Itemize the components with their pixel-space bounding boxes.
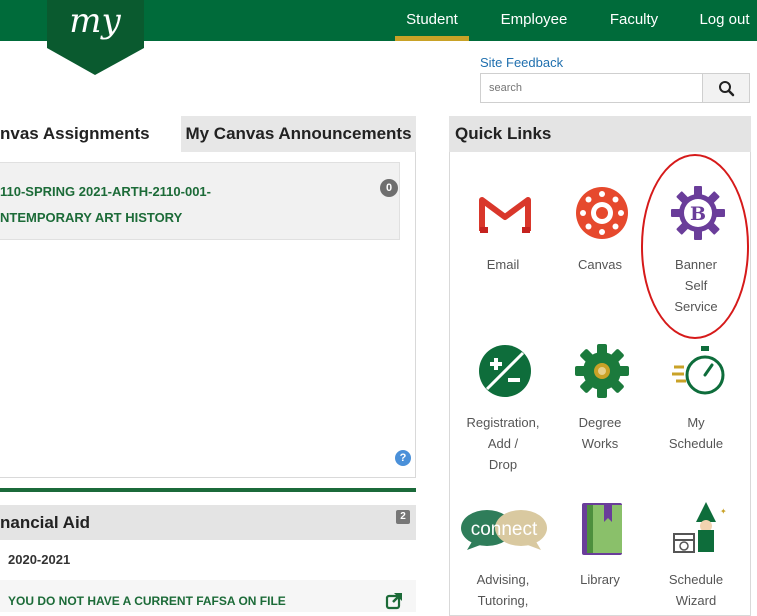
financial-aid-badge: 2	[396, 510, 410, 524]
quick-link-advising[interactable]: connect Advising, Tutoring,	[455, 500, 551, 612]
connect-text: connect	[471, 519, 538, 540]
search-icon	[719, 81, 735, 97]
quick-link-registration[interactable]: Registration, Add / Drop	[455, 343, 551, 483]
quick-link-label-line: Wizard	[675, 593, 717, 608]
quick-link-label: Canvas	[577, 257, 623, 272]
quick-link-label-line: Service	[674, 299, 718, 314]
quick-link-label-line: Schedule	[668, 572, 724, 587]
nav-logout[interactable]: Log out	[692, 0, 757, 41]
quick-link-banner-self-service[interactable]: B Banner Self Service	[648, 185, 744, 325]
assignment-count-badge: 0	[380, 179, 398, 197]
quick-link-degree-works[interactable]: Degree Works	[552, 343, 648, 483]
nav-student[interactable]: Student	[395, 0, 469, 41]
tab-canvas-announcements[interactable]: My Canvas Announcements	[181, 116, 416, 152]
quick-link-label-line: Registration,	[466, 415, 540, 430]
search-button[interactable]	[702, 74, 749, 102]
quick-link-label-line: Degree	[578, 415, 622, 430]
quick-link-label-line: My	[687, 415, 705, 430]
banner-gear-icon: B	[671, 186, 725, 240]
search-box	[480, 73, 750, 103]
quick-links-header: Quick Links	[449, 116, 751, 152]
nav-employee[interactable]: Employee	[490, 0, 578, 41]
canvas-icon	[576, 187, 628, 239]
book-icon	[582, 503, 622, 555]
logo-text: my	[69, 1, 121, 41]
course-card[interactable]: 110-SPRING 2021-ARTH-2110-001- NTEMPORAR…	[0, 162, 400, 240]
fafsa-message: YOU DO NOT HAVE A CURRENT FAFSA ON FILE	[8, 594, 286, 608]
degree-works-gear-icon	[575, 344, 629, 398]
quick-link-canvas[interactable]: Canvas	[552, 185, 648, 325]
financial-aid-header: nancial Aid	[0, 505, 416, 540]
quick-link-label-line: Schedule	[668, 436, 724, 451]
course-line-2: NTEMPORARY ART HISTORY	[0, 210, 183, 225]
course-line-1: 110-SPRING 2021-ARTH-2110-001-	[0, 184, 211, 199]
nav-active-indicator	[395, 36, 469, 41]
quick-link-label: Email	[486, 257, 520, 272]
nav-faculty[interactable]: Faculty	[598, 0, 670, 41]
quick-link-my-schedule[interactable]: My Schedule	[648, 343, 744, 483]
aid-year: 2020-2021	[8, 552, 71, 567]
search-input[interactable]	[481, 74, 703, 102]
quick-link-label-line: Advising,	[476, 572, 530, 587]
stopwatch-icon	[672, 346, 725, 395]
quick-link-library[interactable]: Library	[552, 500, 648, 612]
wizard-icon: ✦	[673, 502, 726, 553]
gmail-icon	[479, 197, 531, 233]
quick-link-label-line: Library	[580, 572, 620, 587]
registration-icon	[479, 345, 531, 397]
quick-link-label-line: Banner	[675, 257, 717, 272]
external-link-icon[interactable]	[385, 592, 403, 610]
banner-letter: B	[690, 203, 706, 225]
quick-link-email[interactable]: Email	[455, 185, 551, 325]
my-logo[interactable]: my	[47, 0, 144, 75]
quick-link-label-line: Self	[684, 278, 708, 293]
section-divider	[0, 488, 416, 492]
quick-link-schedule-wizard[interactable]: ✦ Schedule Wizard	[648, 500, 744, 612]
fafsa-message-row[interactable]: YOU DO NOT HAVE A CURRENT FAFSA ON FILE	[0, 580, 416, 612]
quick-link-label-line: Tutoring,	[477, 593, 529, 608]
help-icon[interactable]: ?	[395, 450, 411, 466]
svg-text:✦: ✦	[720, 507, 726, 516]
quick-link-label-line: Drop	[488, 457, 518, 472]
tab-canvas-assignments[interactable]: nvas Assignments	[0, 116, 181, 152]
course-title[interactable]: 110-SPRING 2021-ARTH-2110-001- NTEMPORAR…	[0, 179, 211, 231]
quick-link-label-line: Works	[581, 436, 619, 451]
connect-icon: connect	[461, 510, 547, 550]
site-feedback-link[interactable]: Site Feedback	[480, 55, 563, 70]
quick-link-label-line: Add /	[487, 436, 519, 451]
